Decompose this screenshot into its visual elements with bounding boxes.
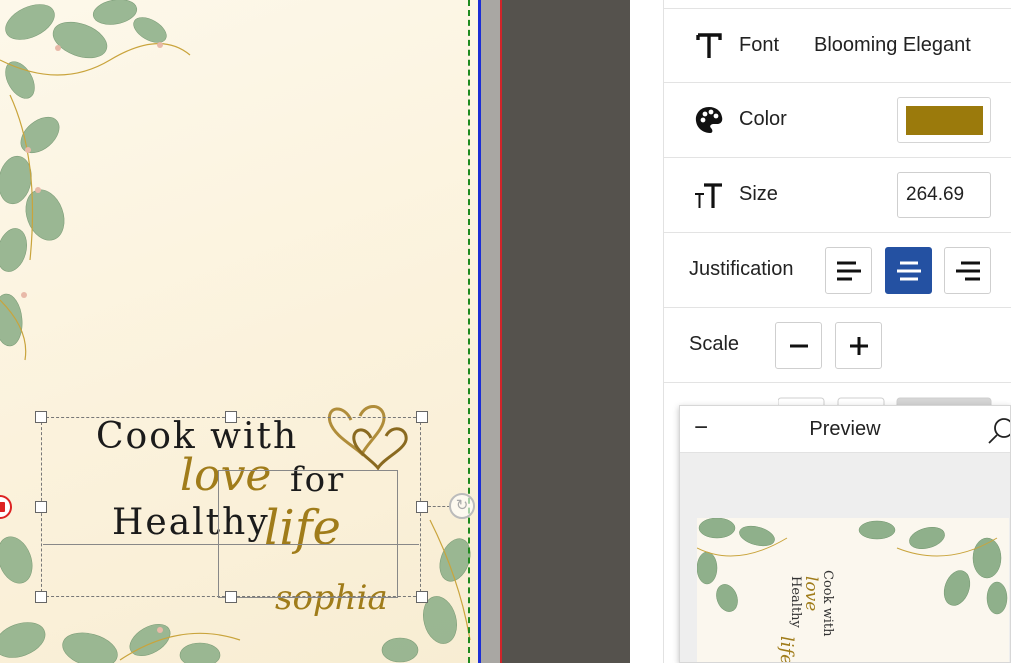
preview-title: Preview xyxy=(809,418,881,440)
justification-label: Justification xyxy=(689,258,794,280)
preview-script-love: love xyxy=(801,576,821,612)
design-canvas[interactable]: Cook with love for Healthy life sophia ↻ xyxy=(0,0,630,663)
color-row[interactable]: Color xyxy=(664,83,1011,158)
rotate-connector xyxy=(428,506,450,507)
text-t-icon xyxy=(694,31,724,61)
size-row: Size xyxy=(664,158,1011,233)
resize-handle-bottom-right[interactable] xyxy=(416,591,428,603)
size-label: Size xyxy=(739,183,778,205)
resize-handle-top[interactable] xyxy=(225,411,237,423)
text-baseline xyxy=(43,544,419,545)
justify-right-button[interactable] xyxy=(944,247,991,294)
font-label: Font xyxy=(739,34,780,56)
resize-handle-bottom-left[interactable] xyxy=(35,591,47,603)
text-frame[interactable] xyxy=(218,470,398,598)
preview-header: − Preview xyxy=(680,406,1010,453)
safe-area-guide xyxy=(468,0,470,663)
bleed-area xyxy=(478,0,500,663)
plus-icon xyxy=(849,336,868,355)
size-input[interactable] xyxy=(897,172,991,218)
resize-handle-top-left[interactable] xyxy=(35,411,47,423)
preview-body: Cook with love Healthy life xyxy=(680,453,1010,663)
minus-icon xyxy=(789,344,808,347)
rotate-handle-icon[interactable]: ↻ xyxy=(449,493,475,519)
scale-label: Scale xyxy=(689,333,740,355)
resize-handle-right[interactable] xyxy=(416,501,428,513)
color-swatch xyxy=(906,106,983,135)
align-center-icon xyxy=(896,261,921,280)
scale-increase-button[interactable] xyxy=(835,322,882,369)
resize-handle-bottom[interactable] xyxy=(225,591,237,603)
scale-decrease-button[interactable] xyxy=(775,322,822,369)
preview-text-line1: Cook with xyxy=(820,570,835,637)
preview-script-life: life xyxy=(776,636,797,663)
resize-handle-left[interactable] xyxy=(35,501,47,513)
font-size-icon xyxy=(694,180,724,210)
search-icon[interactable] xyxy=(986,416,1011,446)
justify-left-button[interactable] xyxy=(825,247,872,294)
align-right-icon xyxy=(955,261,980,280)
bleed-line-guide xyxy=(500,0,502,663)
preview-product-image: Cook with love Healthy life xyxy=(697,518,1009,663)
color-label: Color xyxy=(739,108,787,130)
scale-row: Scale xyxy=(664,308,1011,383)
font-row[interactable]: Font Blooming Elegant xyxy=(664,8,1011,83)
trim-line-guide xyxy=(478,0,481,663)
preview-eucalyptus-decoration xyxy=(697,518,1008,615)
resize-handle-top-right[interactable] xyxy=(416,411,428,423)
font-value[interactable]: Blooming Elegant xyxy=(814,34,971,57)
color-picker-button[interactable] xyxy=(897,97,991,143)
justify-center-button[interactable] xyxy=(885,247,932,294)
preview-window[interactable]: − Preview Cook with love Healthy life xyxy=(679,405,1011,663)
align-left-icon xyxy=(836,261,861,280)
palette-icon xyxy=(694,105,724,135)
justification-row: Justification xyxy=(664,233,1011,308)
preview-text-line3: Healthy xyxy=(788,576,803,628)
